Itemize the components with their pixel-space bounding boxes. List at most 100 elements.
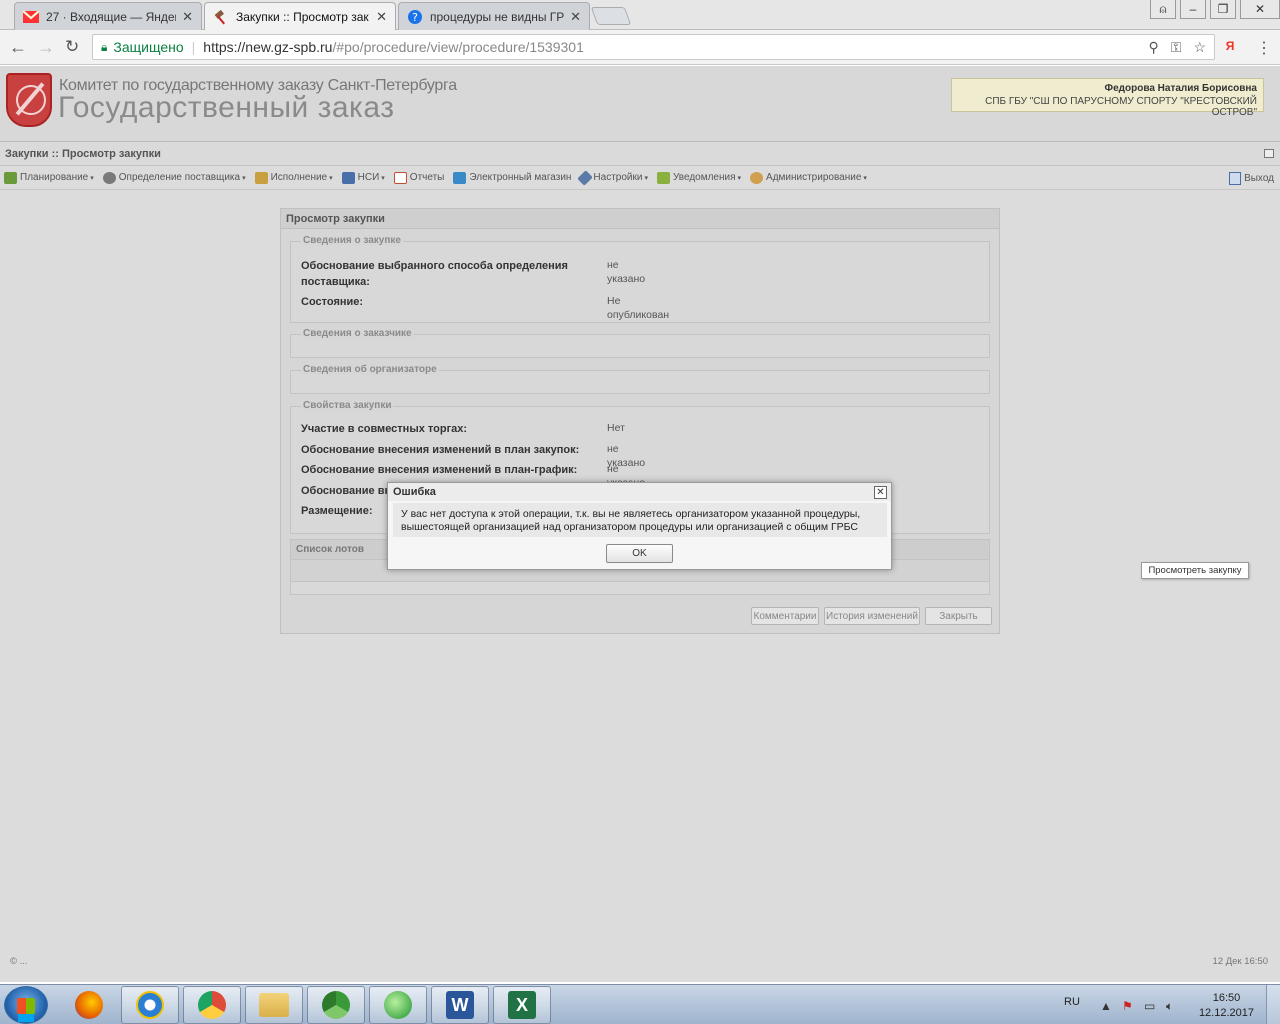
comments-button[interactable]: Комментарии — [751, 607, 819, 625]
menu-planning[interactable]: Планирование ▾ — [4, 171, 94, 184]
bookmark-star-icon[interactable]: ☆ — [1193, 39, 1206, 56]
taskbar-recycle[interactable] — [307, 986, 365, 1024]
message-line: У вас нет доступа к этой операции, т.к. … — [401, 508, 861, 520]
menu-administration[interactable]: Администрирование ▾ — [750, 171, 867, 184]
excel-icon: X — [508, 991, 536, 1019]
exit-label: Выход — [1244, 173, 1274, 184]
close-tab-icon[interactable]: ✕ — [570, 9, 581, 25]
browser-tabbar: 27 · Входящие — Яндекс ✕ Закупки :: Прос… — [0, 0, 1280, 30]
taskbar-file-explorer[interactable] — [245, 986, 303, 1024]
user-name: Федорова Наталия Борисовна — [1104, 83, 1257, 94]
ok-button[interactable]: OK — [606, 544, 673, 563]
profile-icon[interactable]: ⍝ — [1150, 0, 1176, 19]
start-button[interactable] — [4, 986, 48, 1024]
taskbar-word[interactable]: W — [431, 986, 489, 1024]
taskbar-excel[interactable]: X — [493, 986, 551, 1024]
supplier-icon — [102, 171, 116, 184]
show-hidden-icons-icon[interactable]: ▲ — [1100, 999, 1112, 1013]
menu-supplier[interactable]: Определение поставщика ▾ — [102, 171, 246, 184]
messenger-icon — [384, 991, 412, 1019]
collapse-icon[interactable] — [1264, 149, 1274, 158]
zoom-icon[interactable]: ⚲ — [1149, 39, 1159, 56]
exit-button[interactable]: Выход — [1229, 172, 1274, 185]
tab-title: Закупки :: Просмотр зак — [236, 9, 369, 24]
menu-reports[interactable]: Отчеты — [393, 171, 444, 184]
menu-settings[interactable]: Настройки ▾ — [577, 169, 648, 186]
svg-text:?: ? — [412, 11, 418, 24]
language-indicator[interactable]: RU — [1064, 996, 1080, 1008]
help-icon: ? — [407, 9, 423, 25]
settings-icon — [577, 169, 594, 186]
menu-label: Уведомления — [672, 172, 736, 183]
key-icon[interactable]: ⚿ — [1171, 39, 1182, 56]
taskbar-messenger[interactable] — [369, 986, 427, 1024]
address-bar[interactable]: 🔒︎ Защищено | https://new.gz-spb.ru /#po… — [92, 34, 1215, 60]
user-info-box: Федорова Наталия Борисовна СПБ ГБУ "СШ П… — [951, 78, 1264, 118]
restore-button[interactable]: ❐ — [1210, 0, 1236, 19]
status-datetime: 12 Дек 16:50 — [1212, 956, 1269, 967]
tab-title: 27 · Входящие — Яндекс — [46, 9, 177, 24]
display-icon[interactable]: ▭ — [1144, 999, 1155, 1013]
close-window-button[interactable]: ✕ — [1240, 0, 1280, 19]
close-icon[interactable]: ✕ — [874, 486, 887, 499]
taskbar-chrome[interactable] — [183, 986, 241, 1024]
field-value: Не опубликован — [607, 295, 670, 321]
caret-down-icon: ▾ — [737, 174, 742, 182]
field-value: не указано — [607, 259, 646, 285]
browser-tab-help[interactable]: ? процедуры не видны ГР ✕ — [398, 2, 590, 30]
browser-tab-procurement[interactable]: Закупки :: Просмотр зак ✕ — [204, 2, 396, 30]
procedure-view-panel: Просмотр закупки Сведения о закупке Обос… — [280, 208, 1000, 634]
planning-icon — [4, 171, 17, 184]
menu-label: Планирование — [20, 172, 89, 183]
main-menu: Планирование ▾ Определение поставщика ▾ Ис… — [0, 166, 1280, 190]
reload-icon[interactable]: ↻ — [65, 37, 79, 57]
menu-notifications[interactable]: Уведомления ▾ — [656, 171, 742, 184]
firefox-icon — [75, 991, 103, 1019]
menu-label: Администрирование — [766, 172, 862, 183]
folder-icon — [259, 993, 289, 1017]
yandex-mail-icon — [23, 9, 39, 25]
close-tab-icon[interactable]: ✕ — [182, 9, 193, 25]
field-label: Обоснование выбранного способа определен… — [301, 260, 568, 288]
organizer-info-section: Сведения об организаторе — [290, 364, 990, 394]
separator: | — [191, 39, 196, 55]
network-warning-icon[interactable]: ⚑ — [1122, 999, 1133, 1013]
browser-menu-icon[interactable]: ⋮ — [1256, 38, 1272, 58]
url-path: /#po/procedure/view/procedure/1539301 — [332, 39, 584, 55]
recycle-icon — [322, 991, 350, 1019]
customer-info-section: Сведения о заказчике — [290, 328, 990, 358]
browser-tab-mail[interactable]: 27 · Входящие — Яндекс ✕ — [14, 2, 202, 30]
forward-arrow-icon[interactable]: → — [37, 37, 55, 58]
clock-time: 16:50 — [1212, 992, 1241, 1004]
show-desktop-button[interactable] — [1266, 985, 1280, 1024]
breadcrumb: Закупки :: Просмотр закупки — [0, 142, 1280, 166]
window-controls: ⍝ – ❐ ✕ — [1146, 0, 1280, 19]
menu-reference[interactable]: НСИ ▾ — [341, 171, 385, 184]
clock-date: 12.12.2017 — [1198, 1007, 1254, 1019]
dialog-title: Ошибка — [388, 483, 891, 501]
taskbar-internet-explorer[interactable] — [121, 986, 179, 1024]
app-title: Государственный заказ — [58, 91, 395, 124]
menu-eshop[interactable]: Электронный магазин — [453, 171, 571, 184]
new-tab-button[interactable] — [590, 7, 632, 25]
exit-icon — [1229, 172, 1242, 185]
close-tab-icon[interactable]: ✕ — [376, 9, 387, 25]
reference-icon — [341, 171, 355, 184]
menu-execution[interactable]: Исполнение ▾ — [254, 171, 333, 184]
system-tray: RU ▲ ⚑ ▭ 🔈︎ 16:50 12.12.2017 — [1050, 985, 1280, 1024]
yandex-extension-icon[interactable]: Я — [1222, 39, 1238, 55]
close-button[interactable]: Закрыть — [925, 607, 992, 625]
internet-explorer-icon — [136, 991, 164, 1019]
history-button[interactable]: История изменений — [824, 607, 920, 625]
minimize-button[interactable]: – — [1180, 0, 1206, 19]
taskbar-firefox[interactable] — [60, 986, 118, 1024]
field-value: Нет — [607, 422, 625, 434]
volume-icon[interactable]: 🔈︎ — [1166, 999, 1173, 1014]
back-arrow-icon[interactable]: ← — [9, 37, 27, 58]
caret-down-icon: ▾ — [381, 174, 385, 182]
url-host: https://new.gz-spb.ru — [203, 39, 333, 55]
panel-title: Просмотр закупки — [281, 209, 999, 229]
status-bar: © ... 12 Дек 16:50 — [0, 950, 1280, 972]
clock[interactable]: 16:50 12.12.2017 — [1199, 991, 1254, 1021]
menu-label: Определение поставщика — [118, 172, 241, 183]
